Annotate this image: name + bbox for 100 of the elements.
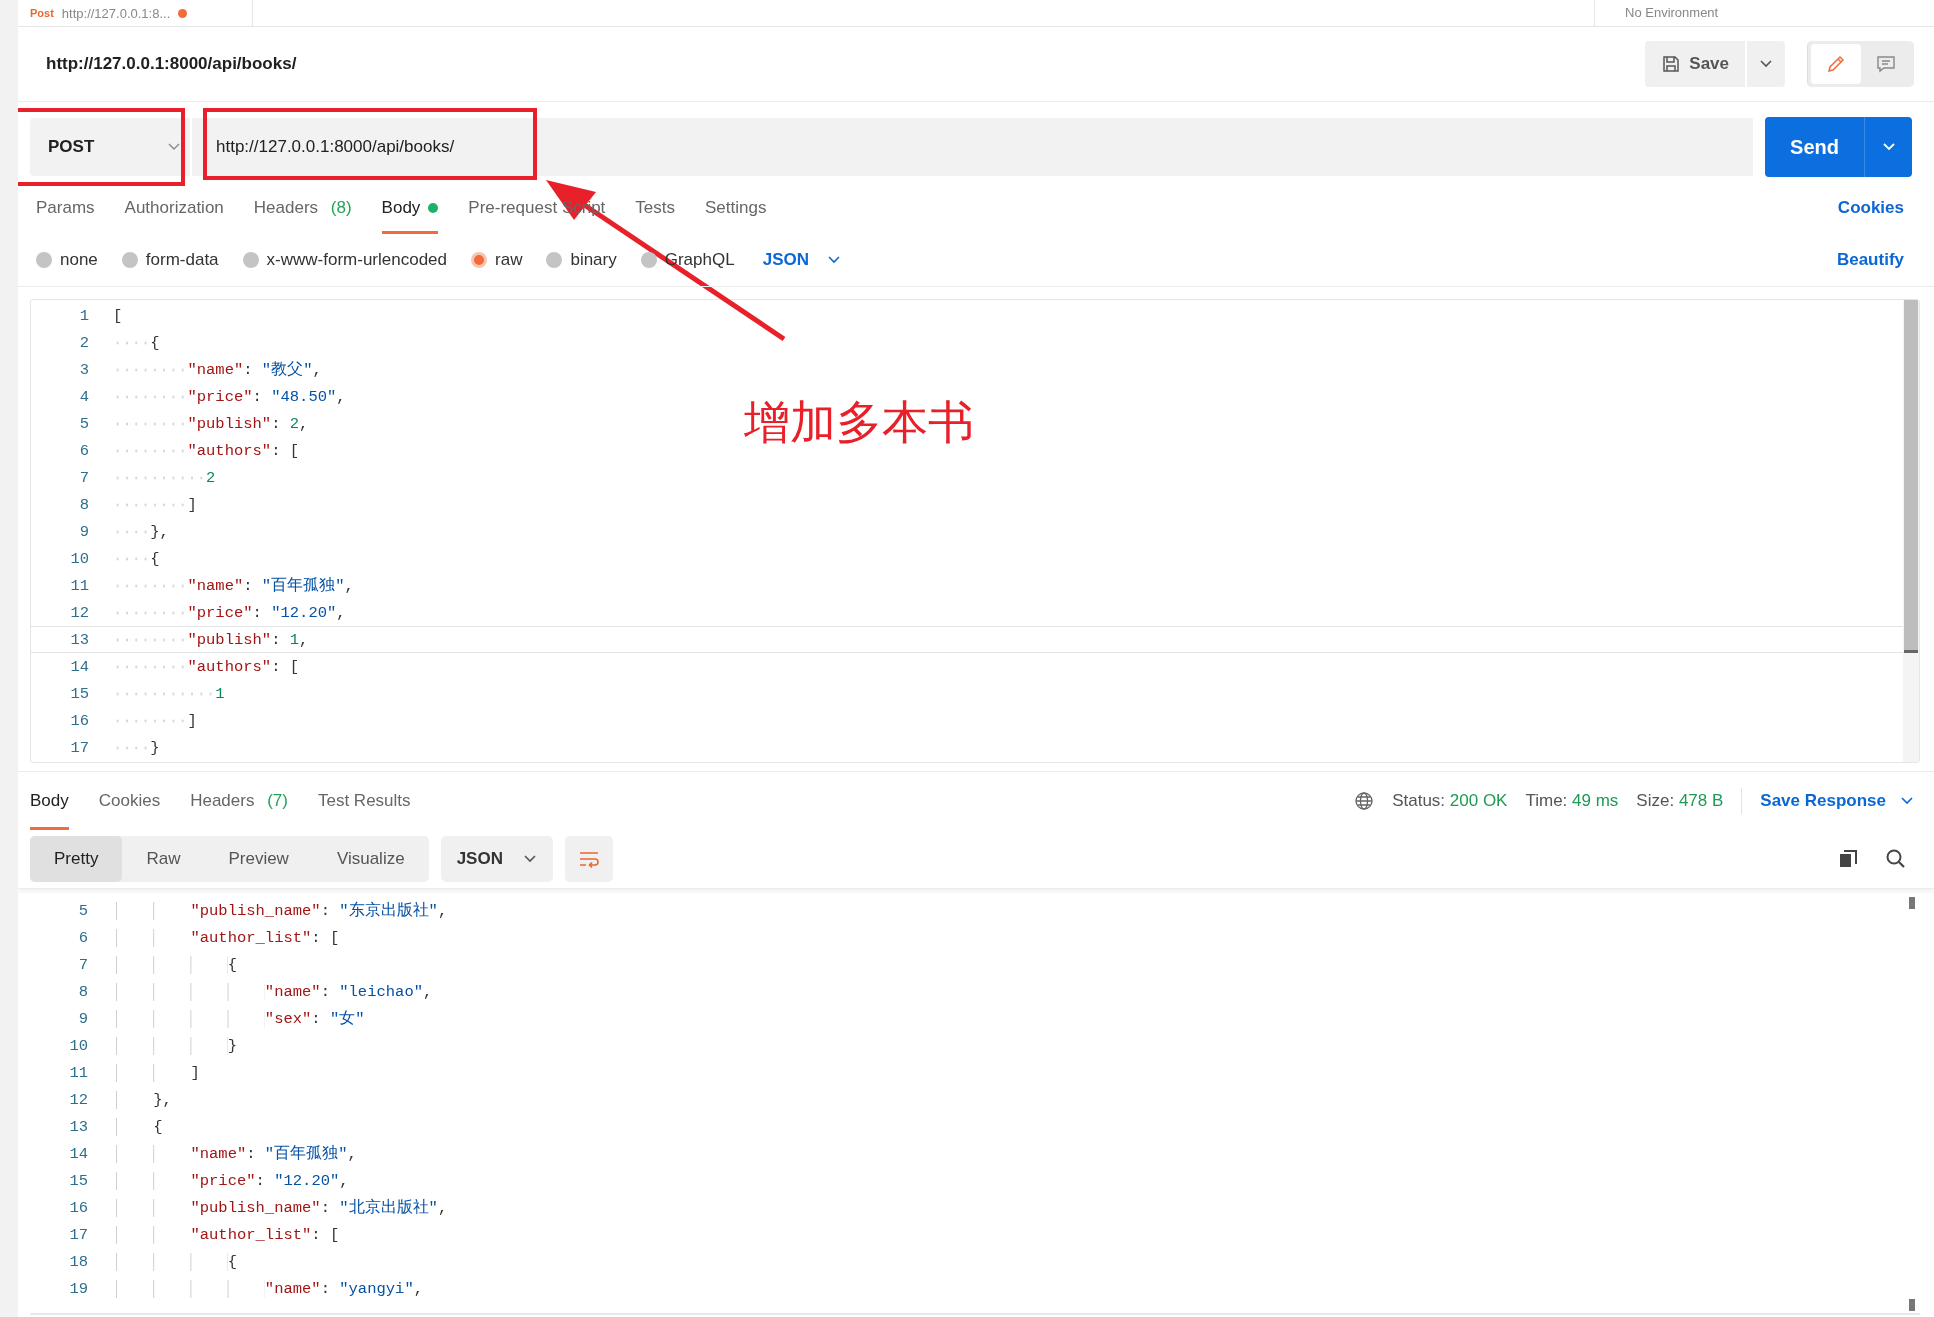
line-number: 8 [78, 495, 90, 514]
code-line: "author_list": [ [112, 1225, 340, 1244]
line-number: 12 [69, 603, 90, 622]
line-number: 19 [68, 1279, 89, 1298]
scrollbar[interactable] [1903, 300, 1919, 762]
search-icon [1885, 848, 1907, 870]
mode-button[interactable] [1811, 44, 1861, 84]
request-tab-item[interactable]: Params [36, 182, 95, 234]
code-line: "publish": 2, [113, 414, 309, 433]
view-mode-button[interactable]: Raw [122, 836, 205, 882]
response-tab-item[interactable]: Body [30, 772, 69, 830]
request-title: http://127.0.0.1:8000/api/books/ [46, 54, 297, 74]
line-number: 13 [68, 1117, 89, 1136]
code-line: ] [113, 495, 197, 514]
line-number: 6 [77, 928, 89, 947]
code-line: "publish_name": "北京出版社", [112, 1197, 448, 1218]
view-mode-button[interactable]: Preview [204, 836, 313, 882]
line-number: 16 [69, 711, 90, 730]
line-number: 6 [78, 441, 90, 460]
code-line: "price": "48.50", [113, 387, 346, 406]
caret-icon [1759, 59, 1773, 69]
caret-icon [1881, 142, 1896, 152]
response-tab-item[interactable]: Cookies [98, 772, 161, 830]
code-line: { [113, 549, 160, 568]
view-mode-button[interactable]: Visualize [312, 836, 429, 882]
line-number: 4 [78, 387, 90, 406]
line-number: 5 [77, 901, 89, 920]
line-number: 14 [68, 1144, 89, 1163]
body-type-option[interactable]: raw [471, 250, 523, 270]
response-tab-item[interactable]: Headers (7) [190, 772, 288, 830]
request-tab-item[interactable]: Settings [705, 182, 767, 234]
line-number: 5 [78, 414, 90, 433]
line-number: 16 [68, 1198, 89, 1217]
line-number: 14 [69, 657, 90, 676]
code-line: "authors": [ [113, 657, 300, 676]
line-number: 18 [68, 1252, 89, 1271]
line-number: 9 [78, 522, 90, 541]
cookies-link[interactable]: Cookies [1837, 198, 1904, 218]
line-number: 10 [69, 549, 90, 568]
code-line: ] [113, 711, 197, 730]
line-number: 12 [68, 1090, 89, 1109]
request-tab[interactable]: Post http://127.0.0.1:8... [18, 0, 253, 26]
line-number: 3 [78, 360, 90, 379]
line-number: 2 [78, 333, 90, 352]
copy-icon [1837, 848, 1859, 870]
url-field[interactable]: http://127.0.0.1:8000/api/books/ [192, 118, 1754, 176]
code-line: "name": "百年孤独", [112, 1143, 357, 1164]
code-line: "authors": [ [113, 441, 300, 460]
method-select[interactable]: POST [30, 118, 190, 176]
code-line: "publish": 1, [113, 630, 309, 649]
globe-icon [1354, 791, 1375, 811]
line-number: 15 [68, 1171, 89, 1190]
code-line: "price": "12.20", [113, 603, 346, 622]
line-number: 8 [77, 982, 89, 1001]
code-line: } [113, 738, 160, 757]
wrap-lines-button[interactable] [564, 836, 613, 882]
body-type-option[interactable]: binary [546, 250, 617, 270]
line-number: 7 [78, 468, 90, 487]
line-number: 11 [68, 1063, 89, 1082]
line-number: 7 [77, 955, 89, 974]
caret-icon [826, 255, 841, 265]
line-number: 17 [69, 738, 90, 757]
code-line: "name": "yangyi", [112, 1279, 423, 1298]
annotation-text: 增加多本书 [744, 394, 974, 451]
status-text: Status: 200 OK [1392, 791, 1508, 811]
line-number: 15 [69, 684, 90, 703]
code-line: "name": "教父", [113, 359, 322, 380]
body-type-option[interactable]: form-data [121, 250, 219, 270]
beautify-link[interactable]: Beautify [1836, 250, 1904, 270]
save-icon [1661, 54, 1682, 74]
response-format-dropdown[interactable]: JSON [440, 836, 553, 882]
code-line: "name": "leichao", [112, 982, 433, 1001]
code-line: { [113, 333, 160, 352]
request-tab-item[interactable]: Authorization [124, 182, 224, 234]
line-number: 13 [69, 630, 90, 649]
view-mode-button[interactable]: Pretty [30, 836, 123, 882]
line-number: 17 [68, 1225, 89, 1244]
code-line: "price": "12.20", [112, 1171, 349, 1190]
body-type-option[interactable]: x-www-form-urlencoded [242, 250, 447, 270]
size-text: Size: 478 B [1636, 791, 1724, 811]
response-tab-item[interactable]: Test Results [317, 772, 411, 830]
request-tab-item[interactable]: Tests [635, 182, 676, 234]
time-text: Time: 49 ms [1525, 791, 1619, 811]
line-number: 1 [78, 306, 90, 325]
body-type-option[interactable]: none [36, 250, 98, 270]
environment-selector[interactable]: No Environment [1594, 0, 1934, 26]
code-line: [ [113, 306, 123, 325]
line-number: 9 [77, 1009, 89, 1028]
code-line: "publish_name": "东京出版社", [112, 900, 448, 921]
code-line: "name": "百年孤独", [113, 575, 354, 596]
format-dropdown[interactable]: JSON [762, 250, 841, 270]
request-tab-item[interactable]: Body [381, 182, 439, 234]
line-number: 11 [69, 576, 90, 595]
comment-icon [1875, 53, 1897, 75]
line-number: 10 [68, 1036, 89, 1055]
caret-icon [168, 143, 180, 151]
save-response-button[interactable]: Save Response [1760, 791, 1914, 811]
save-button[interactable]: Save [1645, 41, 1745, 87]
request-tab-item[interactable]: Headers (8) [253, 182, 352, 234]
pencil-icon [1825, 53, 1847, 75]
